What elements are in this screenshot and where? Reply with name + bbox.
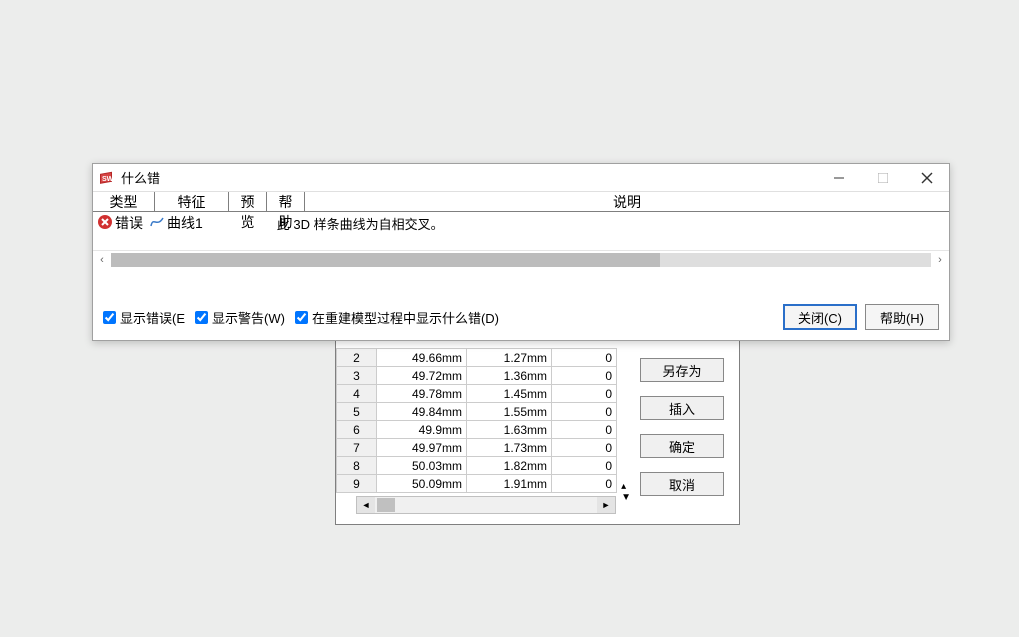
show-errors-input[interactable] [103,311,116,324]
cell-val-b[interactable]: 1.45mm [467,385,552,403]
app-icon: SW [99,170,115,186]
show-during-rebuild-input[interactable] [295,311,308,324]
row-number: 5 [337,403,377,421]
error-type-label: 错误 [115,213,143,233]
show-warnings-checkbox[interactable]: 显示警告(W) [195,308,285,327]
table-row[interactable]: 749.97mm1.73mm0 [337,439,617,457]
titlebar: SW 什么错 [93,164,949,192]
row-number: 8 [337,457,377,475]
svg-text:SW: SW [102,176,114,183]
cancel-button[interactable]: 取消 [640,472,724,496]
cell-val-c[interactable]: 0 [552,349,617,367]
cell-val-c[interactable]: 0 [552,439,617,457]
dialog-title: 什么错 [119,168,817,187]
header-feature[interactable]: 特征 [155,192,229,211]
row-number: 7 [337,439,377,457]
close-window-button[interactable] [905,164,949,192]
row-number: 9 [337,475,377,493]
header-help[interactable]: 帮助 [267,192,305,211]
list-scroll-left-arrow[interactable]: ‹ [93,251,111,269]
cell-val-a[interactable]: 49.9mm [377,421,467,439]
save-as-button[interactable]: 另存为 [640,358,724,382]
close-button[interactable]: 关闭(C) [783,304,857,330]
row-number: 4 [337,385,377,403]
show-warnings-input[interactable] [195,311,208,324]
show-during-rebuild-checkbox[interactable]: 在重建模型过程中显示什么错(D) [295,308,499,327]
column-headers: 类型 特征 预览 帮助 说明 [93,192,949,212]
cell-val-c[interactable]: 0 [552,475,617,493]
table-row[interactable]: 950.09mm1.91mm0 [337,475,617,493]
cell-val-b[interactable]: 1.91mm [467,475,552,493]
row-number: 6 [337,421,377,439]
feature-label: 曲线1 [167,213,203,233]
curve-icon [149,214,165,233]
row-number: 3 [337,367,377,385]
cell-val-a[interactable]: 49.84mm [377,403,467,421]
cell-val-b[interactable]: 1.63mm [467,421,552,439]
scroll-thumb[interactable] [377,498,395,512]
scroll-right-arrow[interactable]: ► [597,497,615,513]
error-description: 此 3D 样条曲线为自相交叉。 [277,214,444,233]
cell-val-b[interactable]: 1.82mm [467,457,552,475]
table-row[interactable]: 449.78mm1.45mm0 [337,385,617,403]
cell-val-c[interactable]: 0 [552,403,617,421]
table-row[interactable]: 249.66mm1.27mm0 [337,349,617,367]
cell-val-a[interactable]: 49.72mm [377,367,467,385]
show-during-rebuild-label: 在重建模型过程中显示什么错(D) [312,308,499,327]
cell-val-c[interactable]: 0 [552,385,617,403]
help-button[interactable]: 帮助(H) [865,304,939,330]
scroll-left-arrow[interactable]: ◄ [357,497,375,513]
ok-button[interactable]: 确定 [640,434,724,458]
list-scroll-track[interactable] [111,253,931,267]
cell-val-b[interactable]: 1.55mm [467,403,552,421]
minimize-button[interactable] [817,164,861,192]
cell-val-a[interactable]: 50.09mm [377,475,467,493]
cell-val-b[interactable]: 1.73mm [467,439,552,457]
show-errors-label: 显示错误(E [120,308,185,327]
cell-val-a[interactable]: 49.97mm [377,439,467,457]
cell-val-b[interactable]: 1.36mm [467,367,552,385]
maximize-button[interactable] [861,164,905,192]
cell-val-a[interactable]: 49.66mm [377,349,467,367]
header-preview[interactable]: 预览 [229,192,267,211]
show-errors-checkbox[interactable]: 显示错误(E [103,308,185,327]
list-horizontal-scrollbar[interactable]: ‹ › [93,250,949,268]
cell-val-b[interactable]: 1.27mm [467,349,552,367]
list-scroll-right-arrow[interactable]: › [931,251,949,269]
vertical-scroll-indicator[interactable]: ▴▼ [621,481,631,503]
cell-val-c[interactable]: 0 [552,457,617,475]
header-type[interactable]: 类型 [93,192,155,211]
error-row[interactable]: 错误 曲线1 此 3D 样条曲线为自相交叉。 [93,212,949,234]
table-row[interactable]: 349.72mm1.36mm0 [337,367,617,385]
cell-val-c[interactable]: 0 [552,421,617,439]
header-description[interactable]: 说明 [305,192,949,211]
curve-points-table: 249.66mm1.27mm0349.72mm1.36mm0449.78mm1.… [336,348,617,493]
table-horizontal-scrollbar[interactable]: ◄ ► [356,496,616,514]
cell-val-c[interactable]: 0 [552,367,617,385]
table-row[interactable]: 649.9mm1.63mm0 [337,421,617,439]
show-warnings-label: 显示警告(W) [212,308,285,327]
row-number: 2 [337,349,377,367]
table-row[interactable]: 549.84mm1.55mm0 [337,403,617,421]
insert-button[interactable]: 插入 [640,396,724,420]
whats-wrong-dialog: SW 什么错 类型 特征 预览 帮助 说明 错误 曲线1 此 3D 样条曲线为自… [92,163,950,341]
bottom-bar: 显示错误(E 显示警告(W) 在重建模型过程中显示什么错(D) 关闭(C) 帮助… [103,304,939,330]
table-row[interactable]: 850.03mm1.82mm0 [337,457,617,475]
cell-val-a[interactable]: 50.03mm [377,457,467,475]
cell-val-a[interactable]: 49.78mm [377,385,467,403]
list-scroll-thumb[interactable] [111,253,660,267]
error-icon [97,214,113,233]
side-buttons: 另存为 插入 确定 取消 [640,358,724,496]
